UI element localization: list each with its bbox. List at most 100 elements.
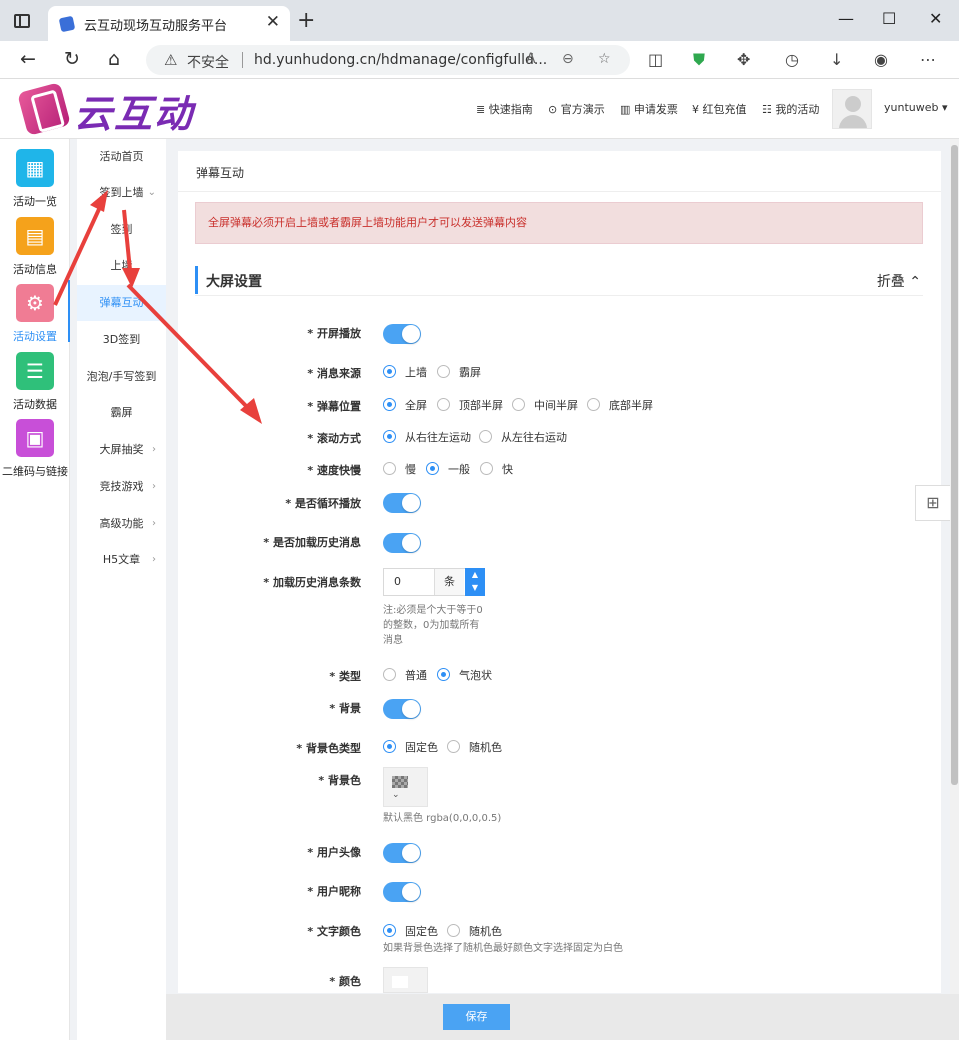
user-avatar-toggle[interactable] — [383, 843, 421, 863]
history-icon[interactable]: ◷ — [785, 50, 799, 69]
scrollbar-thumb[interactable] — [951, 145, 958, 785]
bg-color-picker[interactable]: ⌄ — [383, 767, 428, 807]
radio-bg-random[interactable] — [447, 740, 460, 753]
extensions-icon[interactable]: ✥ — [737, 50, 750, 69]
radio-position-top[interactable] — [437, 398, 450, 411]
reload-icon[interactable]: ↻ — [64, 48, 80, 70]
nav-quick-guide[interactable]: ≣ 快速指南 — [476, 101, 533, 117]
minimize-icon[interactable]: — — [838, 9, 854, 28]
open-play-toggle[interactable] — [383, 324, 421, 344]
subnav-item-bubble-signin[interactable]: 泡泡/手写签到 — [77, 359, 166, 395]
subnav-item-bapin[interactable]: 霸屏 — [77, 395, 166, 431]
window-close-icon[interactable]: ✕ — [929, 9, 942, 28]
maximize-icon[interactable]: ☐ — [882, 9, 896, 28]
history-count-stepper[interactable]: 0 条 ▲ ▼ — [383, 568, 485, 596]
radio-text-fixed[interactable] — [383, 924, 396, 937]
url-separator — [242, 52, 243, 68]
address-bar: ← ↻ ⌂ ⚠ 不安全 hd.yunhudong.cn/hdmanage/con… — [0, 41, 959, 79]
text-color-hint: 如果背景色选择了随机色最好颜色文字选择固定为白色 — [383, 943, 623, 954]
radio-text-random[interactable] — [447, 924, 460, 937]
stepper-arrows[interactable]: ▲ ▼ — [465, 568, 485, 596]
radio-scroll-rtl[interactable] — [383, 430, 396, 443]
stepper-unit: 条 — [434, 569, 464, 595]
nav-invoice[interactable]: ▥ 申请发票 — [620, 101, 678, 117]
subnav-item-signin-wall[interactable]: 签到上墙 ⌄ — [77, 175, 166, 211]
database-icon: ☰ — [16, 352, 54, 390]
logo-phone-icon — [17, 82, 71, 136]
subnav-item-h5-article[interactable]: H5文章 › — [77, 542, 166, 578]
nav-recharge[interactable]: ¥ 红包充值 — [692, 101, 747, 117]
document-icon: ▤ — [16, 217, 54, 255]
alert-message: 全屏弹幕必须开启上墙或者霸屏上墙功能用户才可以发送弹幕内容 — [195, 202, 923, 244]
background-toggle[interactable] — [383, 699, 421, 719]
chevron-up-icon[interactable]: ▲ — [465, 568, 485, 581]
zoom-icon[interactable]: ⊖ — [562, 51, 574, 67]
sidebar-item-settings[interactable]: ⚙ 活动设置 — [0, 280, 70, 346]
chevron-right-icon: › — [152, 554, 156, 565]
radio-label: 中间半屏 — [534, 399, 578, 412]
subnav-item-lottery[interactable]: 大屏抽奖 › — [77, 432, 166, 468]
radio-speed-fast[interactable] — [480, 462, 493, 475]
tab-actions-icon[interactable] — [14, 14, 30, 28]
radio-type-bubble[interactable] — [437, 668, 450, 681]
radio-label: 快 — [502, 463, 513, 476]
url-field[interactable]: ⚠ 不安全 hd.yunhudong.cn/hdmanage/configful… — [146, 45, 630, 75]
more-icon[interactable]: ⋯ — [920, 50, 936, 69]
collapse-button[interactable]: 折叠 ⌃ — [877, 271, 921, 291]
section-title: 大屏设置 — [206, 274, 262, 290]
radio-position-bottom[interactable] — [587, 398, 600, 411]
floating-qrcode-icon[interactable]: ⊞ — [915, 485, 951, 521]
load-history-toggle[interactable] — [383, 533, 421, 553]
history-count-hint: 注:必须是个大于等于0 的整数，0为加载所有 消息 — [383, 605, 483, 646]
text-color-picker[interactable] — [383, 967, 428, 993]
radio-speed-slow[interactable] — [383, 462, 396, 475]
subnav-item-wall[interactable]: 上墙 — [77, 248, 166, 284]
collections-icon[interactable]: ◫ — [648, 50, 663, 69]
stepper-value[interactable]: 0 — [394, 575, 401, 588]
radio-msg-source-wall[interactable] — [383, 365, 396, 378]
save-button[interactable]: 保存 — [443, 1004, 510, 1030]
nav-official-demo[interactable]: ⊙ 官方演示 — [548, 101, 605, 117]
close-tab-icon[interactable]: ✕ — [266, 12, 280, 32]
subnav-item-home[interactable]: 活动首页 — [77, 139, 166, 175]
shield-icon[interactable]: ⛊ — [693, 50, 705, 70]
qrcode-icon: ▣ — [16, 419, 54, 457]
subnav-item-danmaku[interactable]: 弹幕互动 — [77, 285, 166, 321]
sidebar-item-data[interactable]: ☰ 活动数据 — [0, 348, 70, 414]
radio-position-middle[interactable] — [512, 398, 525, 411]
radio-bg-fixed[interactable] — [383, 740, 396, 753]
loop-toggle[interactable] — [383, 493, 421, 513]
browser-tab[interactable]: 云互动现场互动服务平台 ✕ — [48, 6, 290, 41]
new-tab-icon[interactable]: + — [297, 8, 315, 33]
bg-color-hint: 默认黑色 rgba(0,0,0,0.5) — [383, 813, 502, 824]
sidebar-item-overview[interactable]: ▦ 活动一览 — [0, 145, 70, 211]
radio-msg-source-bapin[interactable] — [437, 365, 450, 378]
subnav-item-advanced[interactable]: 高级功能 › — [77, 506, 166, 542]
avatar[interactable] — [832, 89, 872, 129]
radio-position-full[interactable] — [383, 398, 396, 411]
grid-icon: ▦ — [16, 149, 54, 187]
back-icon[interactable]: ← — [20, 48, 36, 70]
chevron-right-icon: › — [152, 481, 156, 492]
subnav-item-3d-signin[interactable]: 3D签到 — [77, 322, 166, 358]
logo-text[interactable]: 云互动 — [74, 83, 194, 138]
home-icon[interactable]: ⌂ — [108, 48, 120, 70]
sidebar-item-qrcode[interactable]: ▣ 二维码与链接 — [0, 415, 70, 481]
radio-label: 从右往左运动 — [405, 431, 471, 444]
user-nickname-toggle[interactable] — [383, 882, 421, 902]
subnav-item-signin[interactable]: 签到 — [77, 212, 166, 248]
profile-icon[interactable]: ◉ — [874, 50, 888, 69]
chevron-down-icon[interactable]: ▼ — [465, 581, 485, 594]
user-menu[interactable]: yuntuweb ▾ — [884, 101, 948, 114]
content-panel: 弹幕互动 全屏弹幕必须开启上墙或者霸屏上墙功能用户才可以发送弹幕内容 大屏设置 … — [178, 151, 941, 993]
read-aloud-icon[interactable]: A — [526, 51, 536, 67]
subnav-item-games[interactable]: 竞技游戏 › — [77, 469, 166, 505]
icon-sidebar: ▦ 活动一览 ▤ 活动信息 ⚙ 活动设置 ☰ 活动数据 ▣ 二维码与链接 — [0, 139, 70, 1040]
favorite-icon[interactable]: ☆ — [598, 51, 611, 67]
sidebar-item-info[interactable]: ▤ 活动信息 — [0, 213, 70, 279]
radio-speed-normal[interactable] — [426, 462, 439, 475]
radio-type-normal[interactable] — [383, 668, 396, 681]
download-icon[interactable]: ↓ — [830, 50, 843, 69]
radio-scroll-ltr[interactable] — [479, 430, 492, 443]
nav-my-activities[interactable]: ☷ 我的活动 — [762, 101, 819, 117]
